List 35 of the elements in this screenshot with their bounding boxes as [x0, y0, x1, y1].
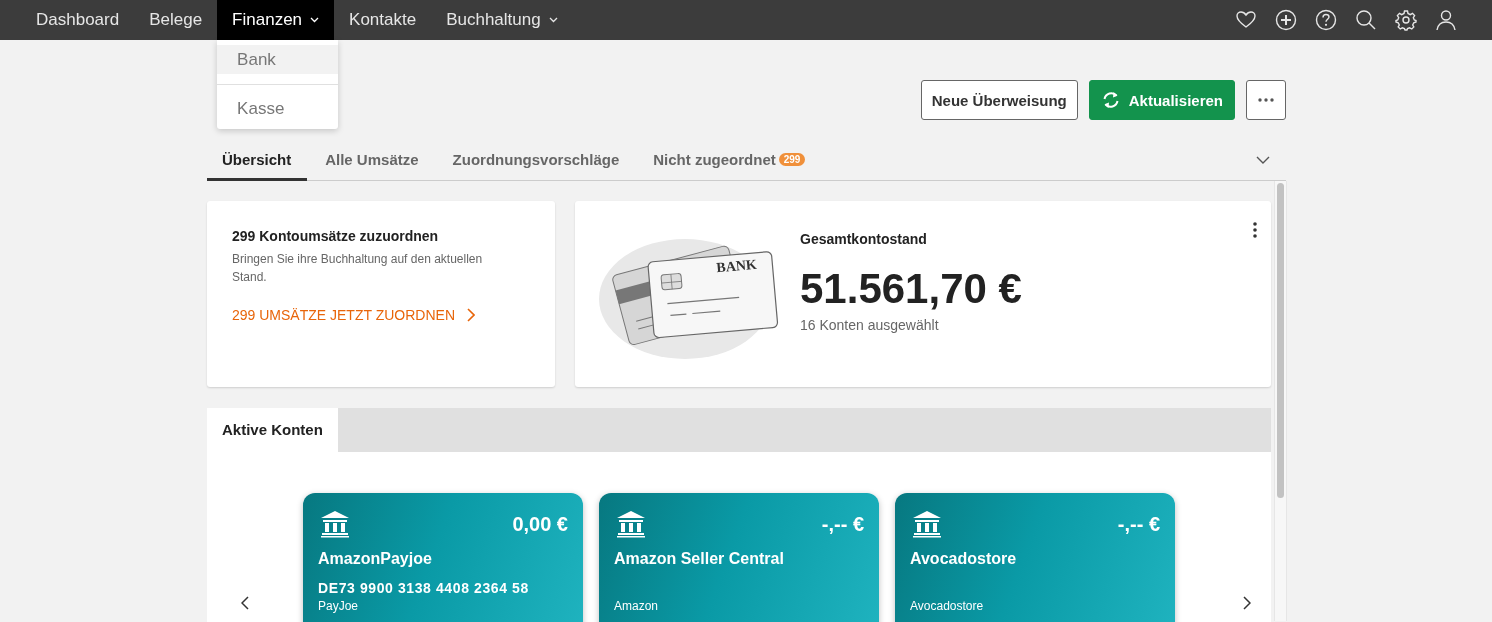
refresh-button[interactable]: Aktualisieren — [1088, 80, 1235, 120]
account-balance: -,-- € — [821, 513, 864, 536]
count-badge: 299 — [778, 152, 806, 166]
card-title: Gesamtkontostand — [800, 231, 928, 247]
transfer-button[interactable]: Neue Überweisung — [920, 80, 1078, 120]
account-balance: 0,00 € — [512, 513, 568, 536]
card-title: 299 Kontoumsätze zuzuordnen — [232, 228, 440, 244]
account-name: Amazon Seller Central — [614, 550, 785, 568]
card-label: BANK — [715, 256, 758, 276]
menu-item[interactable]: Bank — [217, 45, 339, 74]
account-card[interactable]: -,-- € Avocadostore Avocadostore — [895, 493, 1175, 622]
tab[interactable]: Übersicht — [207, 140, 308, 181]
account-provider: PayJoe — [318, 599, 360, 613]
account-name: Avocadostore — [910, 550, 1018, 568]
account-iban: DE73 9900 3138 4408 2364 58 — [318, 580, 530, 597]
nav-item[interactable]: Belege — [134, 0, 218, 40]
card-text: 16 Konten ausgewählt — [800, 317, 940, 333]
menu-item[interactable]: Kasse — [217, 94, 339, 123]
total-balance: 51.561,70 € — [800, 265, 1023, 313]
account-card[interactable]: -,-- € Amazon Seller Central Amazon — [599, 493, 879, 622]
account-balance: -,-- € — [1117, 513, 1160, 536]
account-name: AmazonPayjoe — [318, 550, 433, 568]
nav-item[interactable]: Dashboard — [21, 0, 135, 40]
nav-item[interactable]: Finanzen — [217, 0, 335, 40]
account-card[interactable]: 0,00 € AmazonPayjoe DE73 9900 3138 4408 2364 58 PayJoe — [303, 493, 583, 622]
nav-item[interactable]: Buchhaltung — [431, 0, 573, 40]
card-text: Bringen Sie ihre Buchhaltung auf den aktuellen Stand. — [232, 251, 484, 286]
tab[interactable]: Zuordnungsvorschläge — [437, 140, 636, 181]
tab[interactable]: Alle Umsätze — [310, 140, 435, 181]
account-provider: Avocadostore — [910, 599, 985, 613]
account-provider: Amazon — [614, 599, 660, 613]
panel-tab[interactable]: Aktive Konten — [207, 408, 338, 452]
nav-item[interactable]: Kontakte — [334, 0, 432, 40]
assign-link[interactable]: 299 UMSÄTZE JETZT ZUORDNEN — [232, 307, 475, 323]
tab[interactable]: Nicht zugeordnet 299 — [638, 140, 822, 181]
